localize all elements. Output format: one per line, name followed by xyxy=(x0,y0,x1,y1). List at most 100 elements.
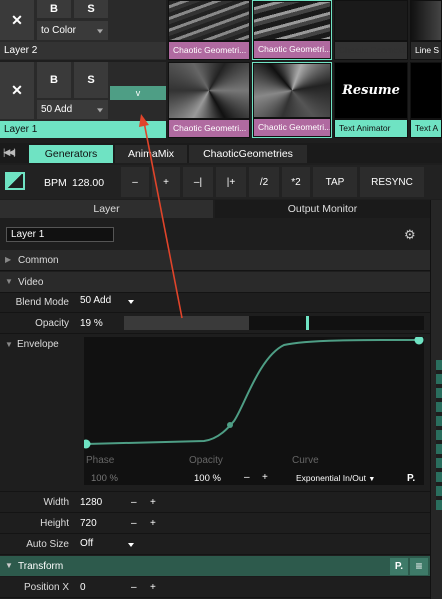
tab-layer[interactable]: Layer xyxy=(0,200,213,218)
envelope-opacity-value[interactable]: 100 % xyxy=(194,473,221,484)
clip-l2-1[interactable]: Chaotic Geometri... xyxy=(168,0,250,60)
tab-chaoticgeometries[interactable]: ChaoticGeometries xyxy=(189,145,307,163)
clip-label: Line S xyxy=(411,42,441,59)
halve-bpm-button[interactable]: /2 xyxy=(249,167,279,197)
layer1-opacity-knob[interactable]: v xyxy=(110,86,166,100)
envelope-graph[interactable] xyxy=(84,337,424,485)
clip-l2-3[interactable]: Chaotic Geometri... xyxy=(334,0,408,60)
clip-l1-1[interactable]: Chaotic Geometri... xyxy=(168,62,250,138)
height-plus[interactable]: + xyxy=(150,518,156,529)
blend-mode-row: Blend Mode 50 Add xyxy=(0,292,430,313)
opacity-label: Opacity xyxy=(35,318,69,329)
width-value[interactable]: 1280 xyxy=(80,497,102,508)
nudge-forward-button[interactable]: |+ xyxy=(216,167,246,197)
section-video[interactable]: ▼ Video xyxy=(0,272,430,293)
bpm-label: BPM xyxy=(44,177,67,189)
section-common[interactable]: ▶ Common xyxy=(0,250,430,271)
clip-l1-4[interactable]: Text A xyxy=(410,62,442,138)
auto-size-select[interactable]: Off xyxy=(80,538,140,552)
clip-label: Chaotic Geometri... xyxy=(335,42,407,59)
clip-l1-3[interactable]: Resume Text Animator xyxy=(334,62,408,138)
gear-icon[interactable]: ⚙ xyxy=(404,227,416,243)
layer2-name-bar[interactable]: Layer 2 xyxy=(0,42,166,59)
blend-mode-select[interactable]: 50 Add xyxy=(80,295,140,309)
envelope-mid-point[interactable] xyxy=(227,422,233,428)
clip-label: Chaotic Geometri... xyxy=(169,42,249,59)
chevron-down-icon: ▼ xyxy=(5,340,13,349)
position-x-value[interactable]: 0 xyxy=(80,582,86,593)
opacity-row: Opacity 19 % xyxy=(0,313,430,334)
envelope-phase-value: 100 % xyxy=(91,473,118,484)
width-label: Width xyxy=(43,497,69,508)
resync-button[interactable]: RESYNC xyxy=(360,167,424,197)
clip-thumbnail xyxy=(335,1,407,40)
chevron-down-icon xyxy=(97,107,103,112)
bpm-increase-button[interactable]: + xyxy=(152,167,180,197)
clip-label: Chaotic Geometri... xyxy=(169,120,249,137)
opacity-value[interactable]: 19 % xyxy=(80,318,103,329)
blend-mode-value: 50 Add xyxy=(80,295,112,306)
layer2-bypass-button[interactable]: B xyxy=(37,0,71,18)
clip-text-preview: Resume xyxy=(342,83,400,98)
bpm-value[interactable]: 128.00 xyxy=(72,177,104,189)
opacity-slider-fill xyxy=(124,316,249,330)
clip-l1-2[interactable]: Chaotic Geometri... xyxy=(252,62,332,138)
position-x-plus[interactable]: + xyxy=(150,582,156,593)
clip-label: Text A xyxy=(411,120,441,137)
layer1-bypass-button[interactable]: B xyxy=(37,62,71,98)
clip-thumbnail xyxy=(169,63,249,118)
height-row: Height 720 – + xyxy=(0,513,430,534)
opacity-slider-handle[interactable] xyxy=(306,316,309,330)
layer2-solo-button[interactable]: S xyxy=(74,0,108,18)
layer2-blend-select[interactable]: to Color xyxy=(37,21,108,40)
layer1-name: Layer 1 xyxy=(4,124,38,135)
layer1-solo-button[interactable]: S xyxy=(74,62,108,98)
chevron-down-icon: ▼ xyxy=(5,277,13,286)
clip-label: Chaotic Geometri... xyxy=(254,119,330,136)
chevron-down-icon: ▼ xyxy=(368,476,376,483)
chevron-down-icon: ▼ xyxy=(5,561,13,570)
tab-animamix[interactable]: AnimaMix xyxy=(115,145,187,163)
layer2-close-button[interactable]: ✕ xyxy=(0,0,34,40)
section-video-label: Video xyxy=(18,277,44,288)
clip-label: Text Animator xyxy=(335,120,407,137)
layer-name-field[interactable]: Layer 1 xyxy=(6,227,114,242)
clip-l2-2[interactable]: Chaotic Geometri... xyxy=(252,0,332,60)
clip-thumbnail xyxy=(254,64,330,117)
auto-size-value: Off xyxy=(80,538,94,549)
height-minus[interactable]: – xyxy=(131,518,137,529)
clip-thumbnail xyxy=(254,2,330,39)
envelope-curve-select[interactable]: Exponential In/Out ▼ xyxy=(296,473,375,483)
clip-thumbnail: Resume xyxy=(335,63,407,118)
envelope-col-curve: Curve xyxy=(292,455,319,466)
bpm-decrease-button[interactable]: – xyxy=(121,167,149,197)
skip-back-icon[interactable]: |◀◀| xyxy=(3,147,15,158)
transform-p-button[interactable]: P. xyxy=(390,558,408,575)
envelope-row: ▼ Envelope Phase Opacity Curve 100 % 100… xyxy=(0,334,430,492)
tap-button[interactable]: TAP xyxy=(313,167,357,197)
width-plus[interactable]: + xyxy=(150,497,156,508)
clip-l2-4[interactable]: Line S xyxy=(410,0,442,60)
layout-toggle-icon[interactable] xyxy=(5,172,25,190)
transform-menu-icon[interactable]: ≡ xyxy=(410,558,428,575)
envelope-opacity-plus[interactable]: + xyxy=(262,472,268,483)
section-transform-label: Transform xyxy=(18,561,64,572)
side-teal-marker xyxy=(436,360,442,510)
tab-generators[interactable]: Generators xyxy=(29,145,113,163)
envelope-p-button[interactable]: P. xyxy=(407,473,415,484)
layer1-close-button[interactable]: ✕ xyxy=(0,62,34,119)
auto-size-row: Auto Size Off xyxy=(0,534,430,555)
section-transform[interactable]: ▼ Transform P. ≡ xyxy=(0,556,430,577)
nudge-back-button[interactable]: –| xyxy=(183,167,213,197)
envelope-curve-value: Exponential In/Out xyxy=(296,473,366,483)
double-bpm-button[interactable]: *2 xyxy=(282,167,310,197)
width-minus[interactable]: – xyxy=(131,497,137,508)
envelope-opacity-minus[interactable]: – xyxy=(244,472,250,483)
height-value[interactable]: 720 xyxy=(80,518,97,529)
layer1-name-bar[interactable]: Layer 1 xyxy=(0,121,166,138)
layer1-blend-select[interactable]: 50 Add xyxy=(37,100,108,119)
chevron-down-icon xyxy=(128,300,134,304)
position-x-minus[interactable]: – xyxy=(131,582,137,593)
opacity-slider[interactable] xyxy=(124,316,424,330)
tab-output-monitor[interactable]: Output Monitor xyxy=(215,200,430,218)
